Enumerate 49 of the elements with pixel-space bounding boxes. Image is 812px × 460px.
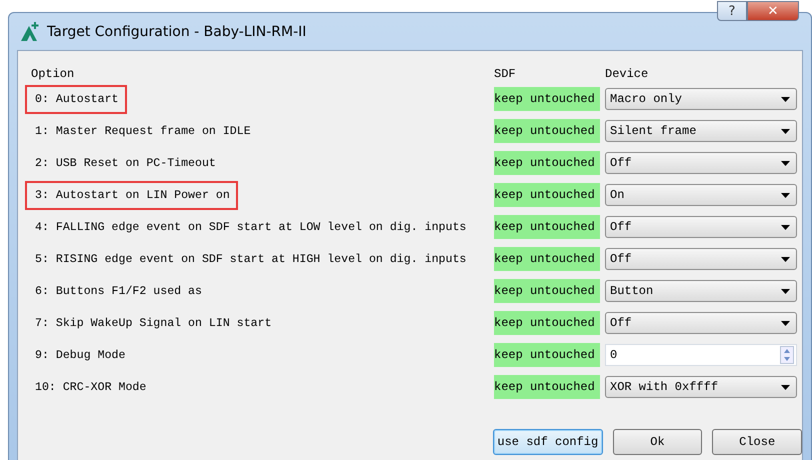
spin-box[interactable]: 0 [605, 344, 797, 366]
dropdown-arrow-icon [781, 160, 790, 166]
option-label: 1: Master Request frame on IDLE [34, 124, 252, 140]
dropdown[interactable]: XOR with 0xffff [605, 376, 797, 398]
column-header: Option [31, 67, 76, 83]
dialog-button[interactable]: Close [712, 429, 802, 455]
window-title: Target Configuration - Baby-LIN-RM-II [47, 24, 308, 40]
sdf-value: keep untouched [494, 375, 600, 399]
app-logo-icon [19, 22, 41, 42]
option-label: 3: Autostart on LIN Power on [25, 180, 238, 210]
dropdown[interactable]: Off [605, 248, 797, 270]
dialog-button[interactable]: use sdf config [493, 429, 603, 455]
dialog-button[interactable]: Ok [612, 429, 702, 455]
option-label: 9: Debug Mode [34, 348, 126, 364]
option-label: 5: RISING edge event on SDF start at HIGH level on dig. inputs [34, 252, 468, 268]
dropdown-arrow-icon [781, 224, 790, 230]
spin-arrows-icon[interactable] [780, 346, 794, 364]
option-label: 10: CRC-XOR Mode [34, 380, 148, 396]
sdf-value: keep untouched [494, 311, 600, 335]
option-label: 0: Autostart [25, 84, 126, 114]
dropdown-arrow-icon [781, 320, 790, 326]
dropdown[interactable]: On [605, 184, 797, 206]
dropdown[interactable]: Macro only [605, 88, 797, 110]
sdf-value: keep untouched [494, 279, 600, 303]
sdf-value: keep untouched [494, 87, 600, 111]
dropdown-arrow-icon [781, 384, 790, 390]
dropdown-arrow-icon [781, 288, 790, 294]
dropdown-arrow-icon [781, 128, 790, 134]
dropdown-arrow-icon [781, 192, 790, 198]
sdf-value: keep untouched [494, 343, 600, 367]
dropdown[interactable]: Silent frame [605, 120, 797, 142]
column-header: SDF [494, 67, 517, 83]
sdf-value: keep untouched [494, 119, 600, 143]
dropdown[interactable]: Off [605, 152, 797, 174]
sdf-value: keep untouched [494, 247, 600, 271]
help-button[interactable]: ? [717, 1, 747, 21]
sdf-value: keep untouched [494, 183, 600, 207]
option-label: 6: Buttons F1/F2 used as [34, 284, 203, 300]
sdf-value: keep untouched [494, 215, 600, 239]
option-label: 7: Skip WakeUp Signal on LIN start [34, 316, 273, 332]
column-header: Device [605, 67, 650, 83]
dropdown-arrow-icon [781, 256, 790, 262]
dropdown-arrow-icon [781, 96, 790, 102]
option-label: 4: FALLING edge event on SDF start at LOW level on dig. inputs [34, 220, 468, 236]
dropdown[interactable]: Off [605, 216, 797, 238]
dropdown[interactable]: Off [605, 312, 797, 334]
dropdown[interactable]: Button [605, 280, 797, 302]
option-label: 2: USB Reset on PC-Timeout [34, 156, 217, 172]
sdf-value: keep untouched [494, 151, 600, 175]
